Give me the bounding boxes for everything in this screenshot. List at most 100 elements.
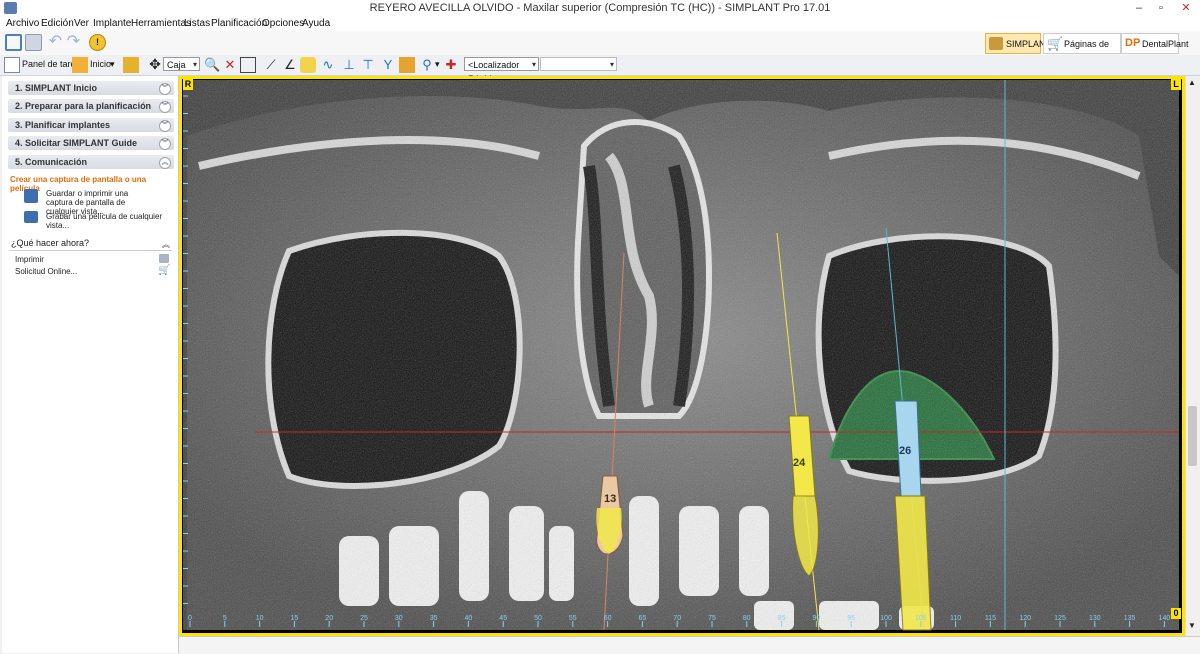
ruler-tick-label: 25 — [360, 615, 368, 622]
chevron-down-icon[interactable]: ︾ — [159, 120, 171, 132]
measure-angle-icon[interactable]: ∠ — [282, 57, 298, 73]
ruler-tick-label: 65 — [639, 615, 647, 622]
dentalplant-button[interactable]: DP DentalPlant — [1121, 33, 1189, 54]
pedidos-button[interactable]: 🛒 Páginas de Pedidos — [1043, 33, 1121, 70]
localizador-search-input[interactable]: ▾ — [540, 57, 617, 71]
layout-icon[interactable] — [123, 57, 139, 73]
implant-icon[interactable]: ⊥ — [341, 57, 357, 73]
chevron-down-icon: ▾ — [609, 60, 614, 69]
chevron-down-icon[interactable]: ︾ — [159, 83, 171, 95]
ruler-tick-label: 90 — [813, 615, 821, 622]
redo-icon[interactable]: ↷ — [65, 34, 82, 51]
nerve-icon[interactable]: ⚲ — [419, 57, 435, 73]
section-label: 2. Preparar para la planificación — [15, 101, 152, 111]
orientation-left-label: L — [1171, 79, 1181, 90]
ruler-tick-label: 35 — [430, 615, 438, 622]
section-label: 5. Comunicación — [15, 157, 88, 167]
menu-planificacion[interactable]: Planificación — [211, 18, 267, 29]
chevron-down-icon: ▾ — [531, 60, 536, 69]
movie-icon — [24, 211, 38, 223]
ruler-tick-label: 135 — [1124, 615, 1136, 622]
close-button[interactable]: ✕ — [1175, 0, 1197, 17]
update-icon[interactable]: ! — [89, 34, 106, 51]
record-movie-link[interactable]: Grabar una película de cualquier vista..… — [46, 212, 174, 230]
implant-24-label: 24 — [793, 457, 806, 469]
chevron-up-icon[interactable]: ︽ — [159, 157, 171, 169]
next-heading: ¿Qué hacer ahora? — [11, 238, 90, 248]
menu-ver[interactable]: Ver — [74, 18, 89, 29]
ruler-tick-label: 30 — [395, 615, 403, 622]
ruler-tick-label: 55 — [569, 615, 577, 622]
chevron-up-icon[interactable]: ︽ — [162, 239, 170, 250]
zoom-icon[interactable]: 🔍 — [204, 57, 220, 73]
screenshot-icon — [24, 189, 38, 203]
pan-icon[interactable]: ✥ — [147, 57, 163, 73]
ruler-tick-label: 85 — [778, 615, 786, 622]
menu-bar: Archivo Edición Ver Implante Herramienta… — [0, 17, 1200, 31]
nerve-dropdown-icon[interactable]: ▾ — [435, 59, 440, 70]
section-simplant-inicio[interactable]: 1. SIMPLANT Inicio ︾ — [8, 81, 174, 95]
cart-icon: 🛒 — [1047, 36, 1064, 51]
ruler-tick-label: 100 — [880, 615, 892, 622]
ruler-tick-label: 110 — [950, 615, 961, 622]
section-comunicacion[interactable]: 5. Comunicación ︽ — [8, 155, 174, 169]
tooth-icon[interactable]: Y — [380, 57, 396, 73]
ruler-tick-label: 15 — [291, 615, 299, 622]
ruler-tick-label: 80 — [743, 615, 751, 622]
vertical-scrollbar[interactable]: ▲ ▼ — [1185, 76, 1199, 636]
localizador-select[interactable]: <Localizador Rápido ▾ — [464, 57, 539, 84]
implant-26-label: 26 — [899, 445, 911, 457]
simplant-button[interactable]: SIMPLANT — [985, 33, 1051, 54]
scroll-up-icon[interactable]: ▲ — [1188, 78, 1196, 87]
chevron-down-icon[interactable]: ︾ — [159, 138, 171, 150]
measure-distance-icon[interactable]: ⟋ — [263, 57, 279, 73]
maximize-button[interactable]: ▫ — [1150, 0, 1172, 17]
fit-icon[interactable] — [240, 57, 256, 73]
section-label: 4. Solicitar SIMPLANT Guide — [15, 138, 138, 148]
save-icon[interactable] — [5, 34, 22, 51]
section-solicitar-guide[interactable]: 4. Solicitar SIMPLANT Guide ︾ — [8, 136, 174, 150]
zoom-reset-icon[interactable]: ✕ — [222, 57, 238, 73]
ct-image[interactable]: 13 24 26 0 5 10 15 20 25 30 35 40 45 50 55 60 65 70 75 8… — [179, 76, 1185, 636]
menu-implante[interactable]: Implante — [93, 18, 131, 29]
home-icon[interactable] — [72, 57, 88, 73]
caja-select[interactable]: Caja ▾ — [163, 57, 200, 71]
undo-icon[interactable]: ↶ — [47, 34, 64, 51]
section-planificar[interactable]: 3. Planificar implantes ︾ — [8, 118, 174, 132]
ruler-tick-label: 60 — [604, 615, 612, 622]
crosshair-icon[interactable]: ✚ — [443, 57, 459, 73]
inicio-dropdown-icon[interactable]: ▾ — [110, 59, 115, 70]
caja-select-value: Caja — [167, 60, 186, 70]
solicitud-online-link[interactable]: Solicitud Online... — [15, 267, 77, 276]
taskpane-icon[interactable] — [4, 57, 20, 73]
menu-herramientas[interactable]: Herramientas — [131, 18, 191, 29]
implant-13-label: 13 — [604, 493, 616, 505]
divider — [9, 250, 172, 251]
ruler-tick-label: 115 — [985, 615, 996, 622]
inicio-label[interactable]: Inicio — [90, 59, 111, 69]
ruler-tick-label: 40 — [465, 615, 473, 622]
menu-listas[interactable]: Listas — [184, 18, 210, 29]
horizontal-scrollbar[interactable] — [179, 636, 1200, 654]
chevron-down-icon[interactable]: ︾ — [159, 101, 171, 113]
menu-opciones[interactable]: Opciones — [262, 18, 304, 29]
scroll-thumb[interactable] — [1188, 406, 1197, 466]
scroll-down-icon[interactable]: ▼ — [1188, 621, 1196, 630]
ruler-tick-label: 95 — [847, 615, 855, 622]
menu-archivo[interactable]: Archivo — [6, 18, 39, 29]
ct-viewer[interactable]: 13 24 26 0 5 10 15 20 25 30 35 40 45 50 55 60 65 70 75 8… — [179, 76, 1185, 636]
imprimir-link[interactable]: Imprimir — [15, 255, 44, 264]
menu-edicion[interactable]: Edición — [41, 18, 74, 29]
abutment-icon[interactable]: ⊤ — [360, 57, 376, 73]
annotation-icon[interactable] — [300, 57, 316, 73]
minimize-button[interactable]: – — [1128, 0, 1150, 17]
print-icon[interactable] — [25, 34, 42, 51]
ruler-tick-label: 10 — [256, 615, 264, 622]
profile-icon[interactable]: ∿ — [320, 57, 336, 73]
ruler-tick-label: 20 — [325, 615, 333, 622]
ruler-tick-label: 105 — [915, 615, 927, 622]
ruler-tick-label: 0 — [188, 615, 192, 622]
menu-ayuda[interactable]: Ayuda — [302, 18, 330, 29]
section-preparar[interactable]: 2. Preparar para la planificación ︾ — [8, 99, 174, 113]
sinus-icon[interactable] — [399, 57, 415, 73]
